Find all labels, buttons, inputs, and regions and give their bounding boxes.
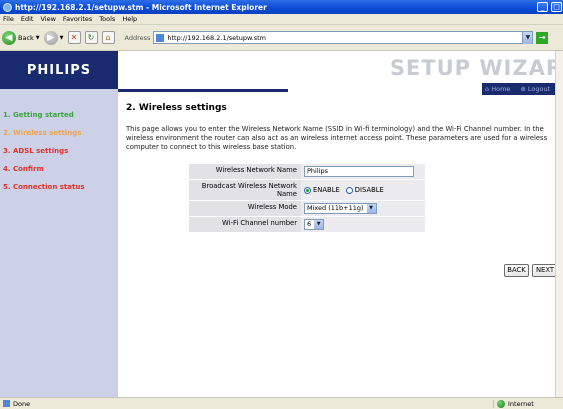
- disable-label: DISABLE: [354, 186, 384, 194]
- sidebar-item-adsl-settings[interactable]: 3. ADSL settings: [3, 147, 68, 155]
- globe-icon: [497, 399, 505, 408]
- address-label: Address: [124, 33, 151, 42]
- enable-label: ENABLE: [313, 186, 340, 194]
- back-button[interactable]: ◀ Back ▼: [2, 30, 40, 45]
- network-name-input[interactable]: Philips: [304, 166, 414, 177]
- forward-arrow-icon: ▶: [43, 30, 58, 45]
- refresh-icon[interactable]: ↻: [84, 31, 98, 44]
- logout-link[interactable]: ⊕ Logout: [520, 85, 555, 93]
- form-row: Wireless Network Name Philips: [189, 164, 425, 180]
- chevron-down-icon: ▼: [366, 204, 376, 213]
- back-arrow-icon: ◀: [2, 30, 16, 45]
- address-value: http://192.168.2.1/setupw.stm: [167, 33, 267, 42]
- menu-edit[interactable]: Edit: [21, 15, 34, 23]
- form-row: Broadcast Wireless Network Name ENABLE D…: [189, 180, 425, 201]
- status-text: Done: [13, 399, 31, 408]
- menu-favorites[interactable]: Favorites: [63, 15, 92, 23]
- status-bar: Done Internet: [0, 397, 563, 409]
- dropdown-arrow-icon: ▼: [59, 34, 64, 41]
- sidebar-item-getting-started[interactable]: 1. Getting started: [3, 111, 74, 119]
- scrollbar[interactable]: [555, 51, 563, 397]
- dropdown-arrow-icon: ▼: [35, 34, 40, 41]
- setup-wizard-title: SETUP WIZAR: [389, 56, 563, 80]
- menu-file[interactable]: File: [3, 15, 14, 23]
- page-icon: [156, 33, 165, 42]
- header-divider: [118, 89, 288, 92]
- menu-tools[interactable]: Tools: [99, 15, 115, 23]
- wireless-settings-form: Wireless Network Name Philips Broadcast …: [189, 164, 425, 232]
- wireless-mode-label: Wireless Mode: [189, 201, 301, 216]
- disable-radio[interactable]: [345, 186, 353, 194]
- maximize-button[interactable]: □: [551, 2, 562, 12]
- stop-icon[interactable]: ✕: [67, 31, 81, 44]
- chevron-down-icon: ▼: [314, 220, 324, 229]
- minimize-button[interactable]: _: [537, 2, 548, 12]
- home-link[interactable]: ⌂ Home: [485, 85, 515, 93]
- menu-view[interactable]: View: [40, 15, 55, 23]
- zone-indicator: Internet: [493, 399, 563, 408]
- ie-icon: [3, 2, 12, 12]
- title-bar: http://192.168.2.1/setupw.stm - Microsof…: [0, 0, 563, 14]
- home-icon[interactable]: ⌂: [101, 31, 115, 44]
- toolbar: ◀ Back ▼ ▶ ▼ ✕ ↻ ⌂ Address http://192.16…: [0, 25, 563, 51]
- header-nav: ⌂ Home ⊕ Logout: [482, 83, 563, 95]
- page-done-icon: [3, 400, 10, 407]
- philips-logo: PHILIPS: [0, 51, 118, 89]
- menu-bar: File Edit View Favorites Tools Help: [0, 14, 563, 25]
- forward-button[interactable]: ▶ ▼: [43, 30, 64, 45]
- back-label: Back: [18, 33, 34, 42]
- broadcast-label: Broadcast Wireless Network Name: [189, 180, 301, 200]
- form-row: Wi-Fi Channel number 6 ▼: [189, 217, 425, 232]
- back-page-button[interactable]: BACK: [504, 264, 529, 277]
- address-dropdown-icon[interactable]: ▼: [522, 31, 533, 44]
- zone-label: Internet: [508, 399, 534, 408]
- window-title: http://192.168.2.1/setupw.stm - Microsof…: [15, 2, 267, 12]
- sidebar-item-confirm[interactable]: 4. Confirm: [3, 165, 44, 173]
- page-title: 2. Wireless settings: [126, 103, 227, 113]
- go-icon[interactable]: →: [536, 31, 549, 44]
- sidebar-item-wireless-settings[interactable]: 2. Wireless settings: [3, 129, 81, 137]
- sidebar: 1. Getting started 2. Wireless settings …: [0, 89, 118, 397]
- address-input[interactable]: http://192.168.2.1/setupw.stm ▼: [153, 31, 534, 44]
- channel-select[interactable]: 6 ▼: [304, 219, 325, 230]
- sidebar-item-connection-status[interactable]: 5. Connection status: [3, 183, 84, 191]
- network-name-label: Wireless Network Name: [189, 164, 301, 179]
- wireless-mode-select[interactable]: Mixed (11b+11g) ▼: [304, 203, 377, 214]
- channel-label: Wi-Fi Channel number: [189, 217, 301, 232]
- menu-help[interactable]: Help: [122, 15, 137, 23]
- form-row: Wireless Mode Mixed (11b+11g) ▼: [189, 201, 425, 217]
- page-description: This page allows you to enter the Wirele…: [126, 125, 548, 151]
- enable-radio[interactable]: [304, 186, 311, 194]
